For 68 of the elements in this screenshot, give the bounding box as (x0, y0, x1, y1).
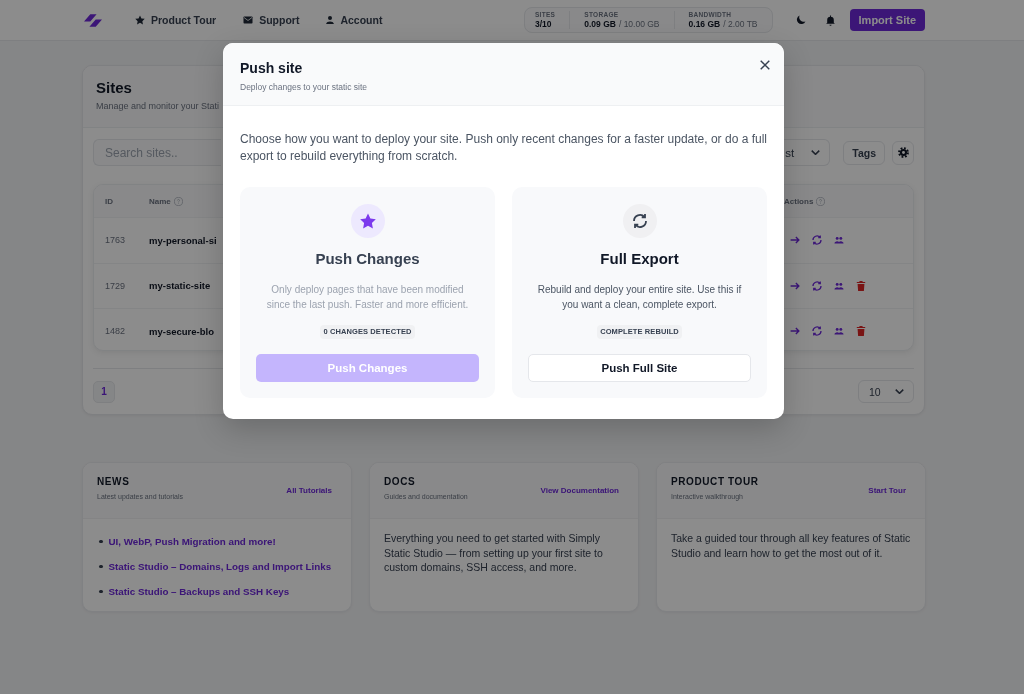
site-name[interactable]: my-personal-si (149, 234, 217, 246)
card-title: NEWS (97, 476, 130, 488)
arrow-right-icon[interactable] (790, 280, 800, 291)
arrow-right-icon[interactable] (790, 235, 800, 246)
card-title: DOCS (384, 476, 416, 488)
per-page-select[interactable]: 10 (858, 380, 914, 403)
import-site-button[interactable]: Import Site (849, 9, 925, 31)
option-title: Full Export (600, 250, 679, 268)
card-link[interactable]: Start Tour (868, 486, 906, 495)
stat-value: 0.16 GB (688, 19, 721, 29)
card-text: Take a guided tour through all key features of Static Studio and learn how to get the most out of it. (671, 531, 911, 560)
dialog-text: Choose how you want to deploy your site. Push only recent changes for a faster update, or do a full export to rebuild everything from scratch. (240, 131, 767, 165)
panel-subtitle: Manage and monitor your Stati (96, 101, 220, 111)
dialog-subtitle: Deploy changes to your static site (240, 82, 368, 92)
bullet-icon (99, 589, 103, 594)
site-name[interactable]: my-static-site (149, 280, 211, 292)
chevron-down-icon (811, 150, 821, 155)
column-header: Actions (784, 196, 814, 206)
option-description: Only deploy pages that have been modified since the last push. Faster and more efficient. (265, 283, 470, 312)
sync-icon[interactable] (812, 326, 822, 337)
nav-link[interactable]: Product Tour (135, 14, 217, 26)
table-cell: 1729 (105, 280, 126, 291)
person-icon (326, 15, 335, 25)
column-header: Name (149, 196, 171, 206)
sync-icon (622, 204, 657, 238)
people-icon[interactable] (834, 326, 844, 337)
option-button[interactable]: Push Full Site (528, 354, 751, 382)
sync-icon[interactable] (812, 235, 822, 246)
bullet-icon (99, 564, 103, 569)
arrow-right-icon[interactable] (790, 326, 800, 337)
table-cell: 1482 (105, 326, 126, 337)
bullet-icon (99, 539, 103, 544)
news-link[interactable]: Static Studio – Backups and SSH Keys (108, 585, 290, 598)
dialog-title: Push site (240, 60, 303, 77)
card-text: Everything you need to get started with Simply Static Studio — from setting up your first site to custom domains, SSH access, and more. (384, 531, 604, 575)
sync-icon[interactable] (812, 280, 822, 291)
bell-icon[interactable] (825, 14, 835, 26)
page-button[interactable]: 1 (93, 380, 115, 403)
settings-button[interactable] (892, 140, 914, 165)
chevron-down-icon (895, 389, 904, 394)
stat-value: 0.09 GB (584, 19, 616, 29)
panel-title: Sites (96, 79, 132, 97)
envelope-icon (243, 15, 254, 25)
stat-value: 3/10 (534, 19, 552, 29)
stat-limit: / 10.00 GB (618, 19, 660, 29)
stat-limit: / 2.00 TB (723, 19, 758, 29)
nav-link[interactable]: Account (326, 14, 383, 26)
moon-icon[interactable] (795, 15, 806, 25)
news-link[interactable]: UI, WebP, Push Migration and more! (108, 535, 276, 548)
trash-icon[interactable] (856, 326, 866, 337)
news-link[interactable]: Static Studio – Domains, Logs and Import Links (108, 560, 332, 573)
trash-icon[interactable] (856, 280, 866, 291)
close-icon[interactable] (760, 60, 770, 70)
people-icon[interactable] (834, 235, 844, 246)
card-title: PRODUCT TOUR (671, 476, 759, 488)
logo-icon[interactable] (84, 13, 102, 27)
option-title: Push Changes (315, 250, 420, 268)
gear-icon (897, 147, 909, 158)
column-header: ID (105, 196, 113, 206)
option-description: Rebuild and deploy your entire site. Use this if you want a clean, complete export. (536, 283, 743, 312)
card-link[interactable]: All Tutorials (286, 486, 332, 495)
people-icon[interactable] (834, 280, 844, 291)
star-icon (135, 15, 145, 25)
nav-link[interactable]: Support (243, 14, 300, 26)
site-name[interactable]: my-secure-blo (149, 326, 214, 337)
tags-button[interactable]: Tags (843, 140, 885, 165)
table-cell: 1763 (105, 235, 126, 246)
card-link[interactable]: View Documentation (540, 486, 619, 495)
